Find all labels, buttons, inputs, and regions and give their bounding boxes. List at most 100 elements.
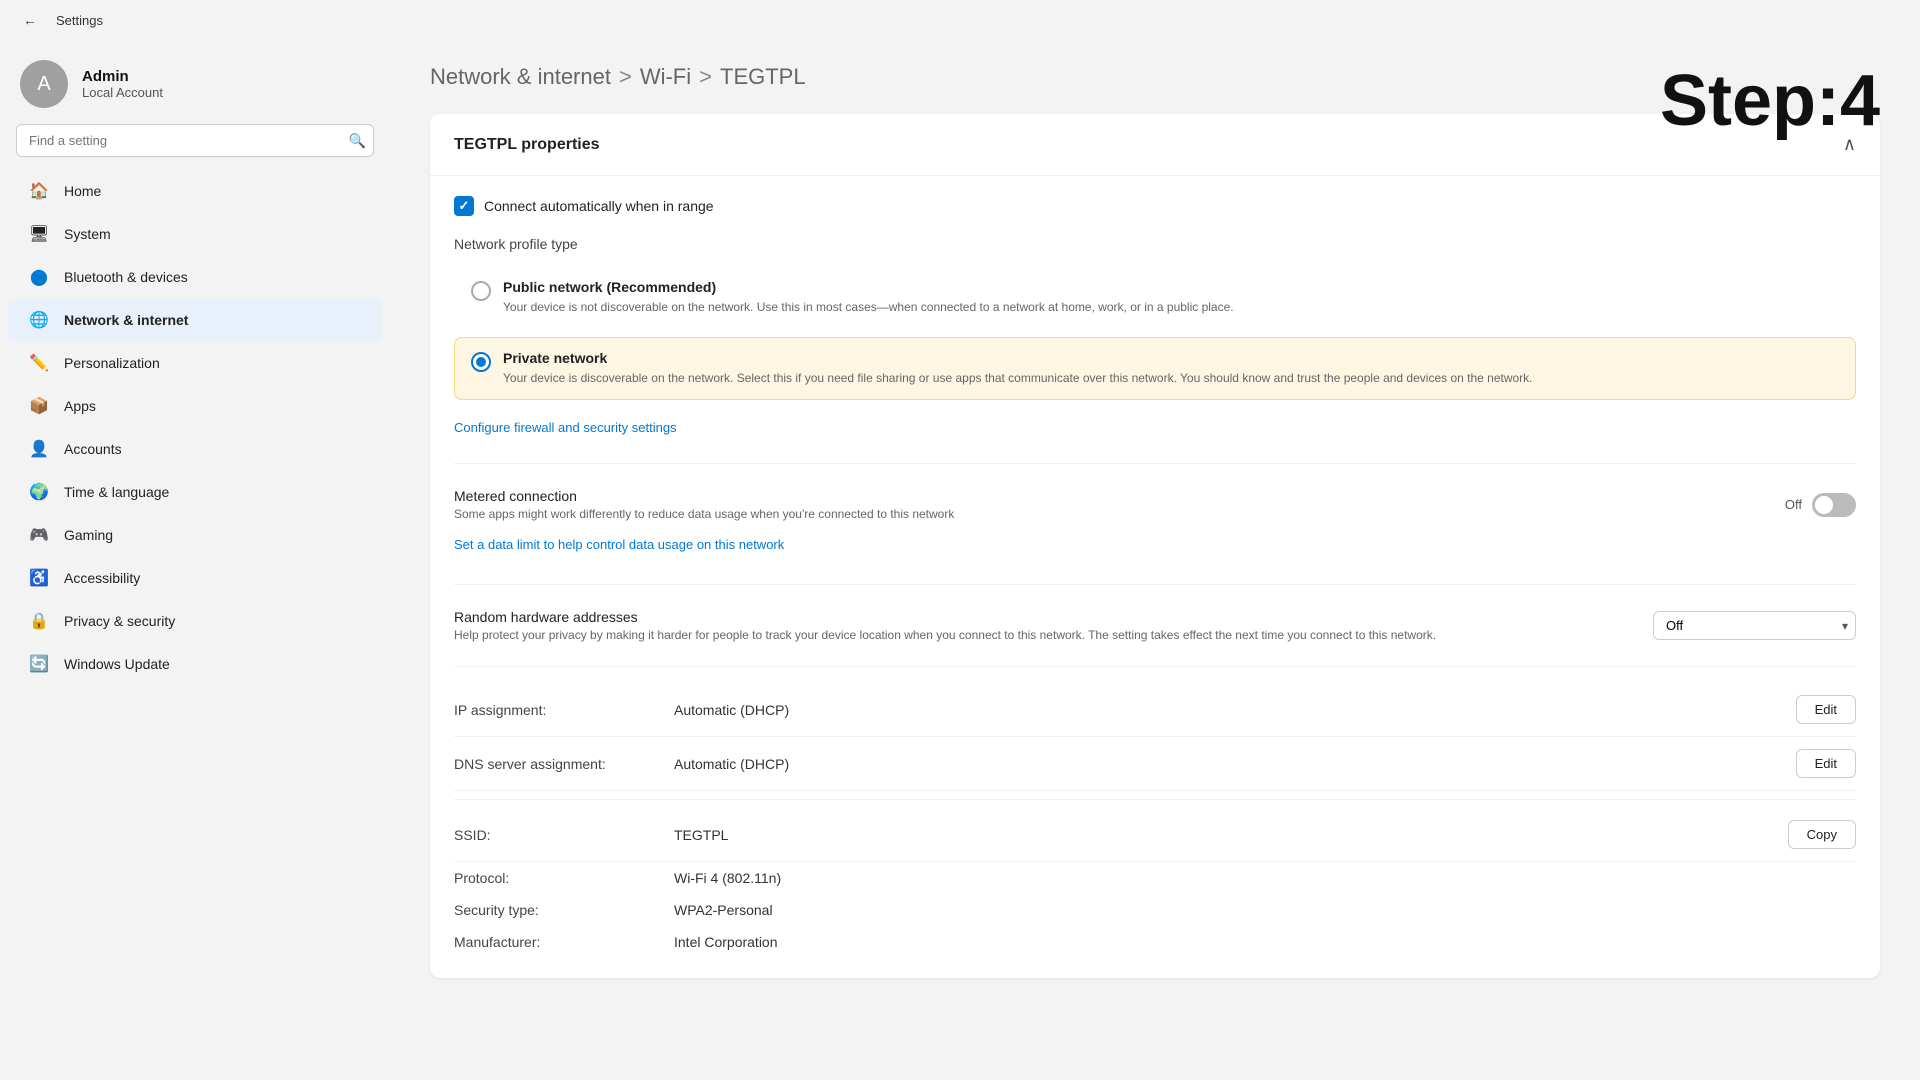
home-icon: 🏠 xyxy=(28,180,50,202)
sidebar-item-personalization[interactable]: ✏️ Personalization xyxy=(8,342,382,384)
apps-icon: 📦 xyxy=(28,395,50,417)
sidebar-item-label: Accounts xyxy=(64,441,122,457)
protocol-label: Protocol: xyxy=(454,870,674,886)
breadcrumb-part1: Network & internet xyxy=(430,64,611,90)
connect-auto-label: Connect automatically when in range xyxy=(484,198,714,214)
connect-auto-checkbox[interactable] xyxy=(454,196,474,216)
sidebar-item-label: Bluetooth & devices xyxy=(64,269,188,285)
sidebar-item-label: Windows Update xyxy=(64,656,170,672)
system-icon: 🖥 xyxy=(28,223,50,245)
radio-private-title: Private network xyxy=(503,350,1839,366)
sidebar-item-system[interactable]: 🖥 System xyxy=(8,213,382,255)
sidebar-item-gaming[interactable]: 🎮 Gaming xyxy=(8,514,382,556)
sidebar-item-label: Gaming xyxy=(64,527,113,543)
accessibility-icon: ♿ xyxy=(28,567,50,589)
ssid-label: SSID: xyxy=(454,827,674,843)
card-body: Connect automatically when in range Netw… xyxy=(430,176,1880,978)
sidebar-item-label: Apps xyxy=(64,398,96,414)
dns-assignment-edit-button[interactable]: Edit xyxy=(1796,749,1856,778)
ip-assignment-row: IP assignment: Automatic (DHCP) Edit xyxy=(454,683,1856,737)
search-input[interactable] xyxy=(16,124,374,157)
step-label: Step:4 xyxy=(1660,60,1880,142)
ssid-copy-button[interactable]: Copy xyxy=(1788,820,1856,849)
radio-public-btn[interactable] xyxy=(471,281,491,301)
metered-desc: Some apps might work differently to redu… xyxy=(454,507,1785,521)
breadcrumb-sep2: > xyxy=(699,64,712,90)
manufacturer-value: Intel Corporation xyxy=(674,934,1856,950)
sidebar-item-label: Time & language xyxy=(64,484,169,500)
dns-assignment-row: DNS server assignment: Automatic (DHCP) … xyxy=(454,737,1856,791)
random-hw-dropdown[interactable]: Off On Use device MAC addresses xyxy=(1653,611,1856,640)
random-hw-title: Random hardware addresses xyxy=(454,609,1653,625)
sidebar-item-accounts[interactable]: 👤 Accounts xyxy=(8,428,382,470)
sidebar: A Admin Local Account 🔍 🏠 Home 🖥 System … xyxy=(0,40,390,1080)
metered-row: Metered connection Some apps might work … xyxy=(454,480,1856,529)
search-container: 🔍 xyxy=(16,124,374,157)
dns-assignment-label: DNS server assignment: xyxy=(454,756,674,772)
radio-private[interactable]: Private network Your device is discovera… xyxy=(454,337,1856,400)
radio-private-btn[interactable] xyxy=(471,352,491,372)
sidebar-item-accessibility[interactable]: ♿ Accessibility xyxy=(8,557,382,599)
manufacturer-label: Manufacturer: xyxy=(454,934,674,950)
radio-public-desc: Your device is not discoverable on the n… xyxy=(503,298,1839,316)
radio-private-desc: Your device is discoverable on the netwo… xyxy=(503,369,1839,387)
sidebar-item-label: Personalization xyxy=(64,355,160,371)
sidebar-item-time-language[interactable]: 🌍 Time & language xyxy=(8,471,382,513)
sidebar-item-home[interactable]: 🏠 Home xyxy=(8,170,382,212)
breadcrumb-part2: Wi-Fi xyxy=(640,64,691,90)
properties-card: TEGTPL properties ∧ Connect automaticall… xyxy=(430,114,1880,978)
search-icon[interactable]: 🔍 xyxy=(349,132,366,149)
dns-assignment-value: Automatic (DHCP) xyxy=(674,756,1796,772)
time-icon: 🌍 xyxy=(28,481,50,503)
metered-toggle-label: Off xyxy=(1785,497,1802,512)
security-type-row: Security type: WPA2-Personal xyxy=(454,894,1856,926)
nav-menu: 🏠 Home 🖥 System ⬤ Bluetooth & devices 🌐 … xyxy=(0,169,390,686)
titlebar: ← Settings xyxy=(0,0,1920,40)
user-name: Admin xyxy=(82,68,163,85)
metered-title: Metered connection xyxy=(454,488,1785,504)
ip-assignment-edit-button[interactable]: Edit xyxy=(1796,695,1856,724)
manufacturer-row: Manufacturer: Intel Corporation xyxy=(454,926,1856,958)
app-title: Settings xyxy=(56,13,103,28)
ssid-value: TEGTPL xyxy=(674,827,1788,843)
breadcrumb-part3: TEGTPL xyxy=(720,64,806,90)
protocol-value: Wi-Fi 4 (802.11n) xyxy=(674,870,1856,886)
data-limit-link[interactable]: Set a data limit to help control data us… xyxy=(454,537,784,552)
gaming-icon: 🎮 xyxy=(28,524,50,546)
sidebar-item-bluetooth[interactable]: ⬤ Bluetooth & devices xyxy=(8,256,382,298)
personalization-icon: ✏️ xyxy=(28,352,50,374)
network-icon: 🌐 xyxy=(28,309,50,331)
ssid-row: SSID: TEGTPL Copy xyxy=(454,808,1856,862)
radio-public[interactable]: Public network (Recommended) Your device… xyxy=(454,266,1856,329)
sidebar-item-windows-update[interactable]: 🔄 Windows Update xyxy=(8,643,382,685)
network-profile-label: Network profile type xyxy=(454,236,1856,252)
accounts-icon: 👤 xyxy=(28,438,50,460)
random-hw-desc: Help protect your privacy by making it h… xyxy=(454,628,1653,642)
security-type-label: Security type: xyxy=(454,902,674,918)
user-type: Local Account xyxy=(82,85,163,100)
sidebar-item-network[interactable]: 🌐 Network & internet xyxy=(8,299,382,341)
back-button[interactable]: ← xyxy=(16,6,44,34)
random-hw-row: Random hardware addresses Help protect y… xyxy=(454,601,1856,650)
sidebar-item-label: Network & internet xyxy=(64,312,188,328)
radio-public-title: Public network (Recommended) xyxy=(503,279,1839,295)
metered-toggle[interactable] xyxy=(1812,493,1856,517)
ip-assignment-label: IP assignment: xyxy=(454,702,674,718)
sidebar-item-label: System xyxy=(64,226,111,242)
security-type-value: WPA2-Personal xyxy=(674,902,1856,918)
sidebar-item-label: Home xyxy=(64,183,101,199)
sidebar-item-label: Accessibility xyxy=(64,570,140,586)
privacy-icon: 🔒 xyxy=(28,610,50,632)
main-content: Step:4 Network & internet > Wi-Fi > TEGT… xyxy=(390,40,1920,1080)
sidebar-item-apps[interactable]: 📦 Apps xyxy=(8,385,382,427)
bluetooth-icon: ⬤ xyxy=(28,266,50,288)
firewall-link[interactable]: Configure firewall and security settings xyxy=(454,420,677,435)
update-icon: 🔄 xyxy=(28,653,50,675)
sidebar-item-label: Privacy & security xyxy=(64,613,175,629)
sidebar-item-privacy[interactable]: 🔒 Privacy & security xyxy=(8,600,382,642)
user-profile: A Admin Local Account xyxy=(0,40,390,124)
connect-auto-row: Connect automatically when in range xyxy=(454,196,1856,216)
card-title: TEGTPL properties xyxy=(454,136,600,154)
breadcrumb-sep1: > xyxy=(619,64,632,90)
protocol-row: Protocol: Wi-Fi 4 (802.11n) xyxy=(454,862,1856,894)
